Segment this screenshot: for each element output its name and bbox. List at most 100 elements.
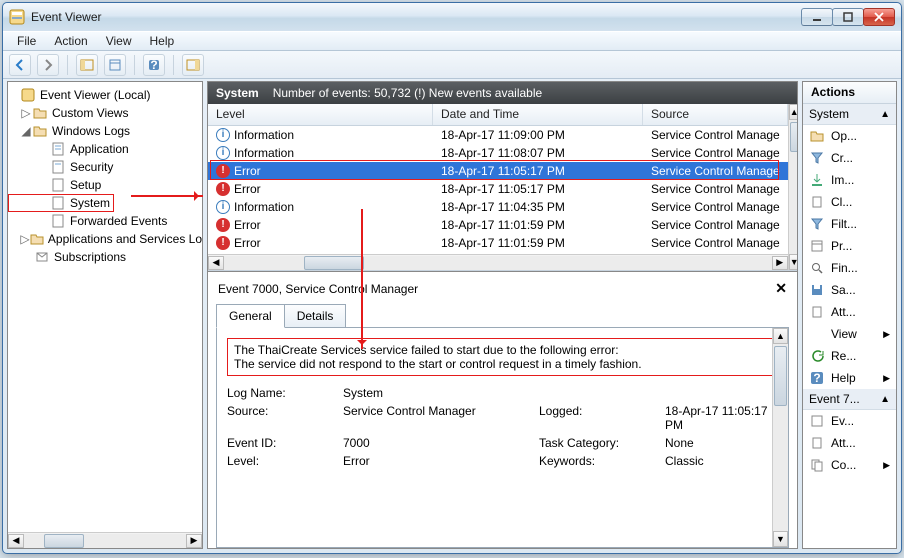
help-button[interactable]: ? <box>143 54 165 76</box>
filter-icon <box>809 216 825 232</box>
tree-forwarded[interactable]: Forwarded Events <box>8 212 202 230</box>
scroll-thumb[interactable] <box>790 122 798 152</box>
grid-body[interactable]: iInformation18-Apr-17 11:09:00 PMService… <box>208 126 788 254</box>
kv-value: Service Control Manager <box>343 404 533 432</box>
kv-value: Classic <box>665 454 778 468</box>
chevron-right-icon: ▶ <box>883 373 890 384</box>
action-label: Help <box>831 371 856 385</box>
menu-file[interactable]: File <box>9 32 44 50</box>
action-label: Sa... <box>831 283 856 297</box>
minimize-button[interactable] <box>801 8 833 26</box>
scroll-right-icon[interactable]: ▶ <box>772 256 788 270</box>
show-hide-action-pane-button[interactable] <box>182 54 204 76</box>
action-item[interactable]: Att... <box>803 432 896 454</box>
expand-icon[interactable]: ▷ <box>20 106 32 120</box>
actions-pane: Actions System ▲ Op...Cr...Im...Cl...Fil… <box>802 81 897 549</box>
table-row[interactable]: !Error18-Apr-17 11:01:59 PMService Contr… <box>208 216 788 234</box>
tab-general[interactable]: General <box>216 304 285 328</box>
actions-group-event[interactable]: Event 7... ▲ <box>803 389 896 410</box>
table-row[interactable]: !Error18-Apr-17 11:01:59 PMService Contr… <box>208 234 788 252</box>
detail-close-button[interactable]: ✕ <box>775 280 787 297</box>
cell-date: 18-Apr-17 11:05:17 PM <box>441 164 565 178</box>
maximize-button[interactable] <box>832 8 864 26</box>
window-title: Event Viewer <box>31 10 101 24</box>
scroll-down-icon[interactable]: ▼ <box>773 531 788 547</box>
error-line: The service did not respond to the start… <box>234 357 771 371</box>
expand-icon[interactable]: ▷ <box>20 232 30 246</box>
cell-date: 18-Apr-17 11:05:17 PM <box>441 182 565 196</box>
tree-root[interactable]: Event Viewer (Local) <box>8 86 202 104</box>
grid-hscroll[interactable]: ◀ ▶ <box>208 254 788 270</box>
menu-help[interactable]: Help <box>142 32 183 50</box>
action-item[interactable]: Op... <box>803 125 896 147</box>
grid-vscroll[interactable]: ▲ ▼ <box>788 104 798 270</box>
scroll-up-icon[interactable]: ▲ <box>773 328 788 344</box>
kv-key: Logged: <box>539 404 659 432</box>
table-row[interactable]: iInformation18-Apr-17 11:08:07 PMService… <box>208 144 788 162</box>
back-button[interactable] <box>9 54 31 76</box>
col-date[interactable]: Date and Time <box>433 104 643 125</box>
action-item[interactable]: Att... <box>803 301 896 323</box>
col-source[interactable]: Source <box>643 104 788 125</box>
scroll-left-icon[interactable]: ◀ <box>208 256 224 270</box>
menu-view[interactable]: View <box>98 32 140 50</box>
action-item[interactable]: ?Help▶ <box>803 367 896 389</box>
action-label: Att... <box>831 305 856 319</box>
cell-source: Service Control Manage <box>651 236 780 250</box>
tree-windows-logs[interactable]: ◢ Windows Logs <box>8 122 202 140</box>
error-icon: ! <box>216 218 230 232</box>
attach-icon <box>809 435 825 451</box>
tree-custom-views[interactable]: ▷ Custom Views <box>8 104 202 122</box>
menu-action[interactable]: Action <box>46 32 95 50</box>
info-icon: i <box>216 146 230 160</box>
table-row[interactable]: !Error18-Apr-17 11:05:17 PMService Contr… <box>208 180 788 198</box>
action-item[interactable]: Pr... <box>803 235 896 257</box>
action-item[interactable]: Im... <box>803 169 896 191</box>
action-item[interactable]: View▶ <box>803 323 896 345</box>
show-hide-tree-button[interactable] <box>76 54 98 76</box>
scroll-thumb[interactable] <box>774 346 787 406</box>
tree-apps-services[interactable]: ▷ Applications and Services Lo <box>8 230 202 248</box>
action-item[interactable]: Re... <box>803 345 896 367</box>
action-item[interactable]: Sa... <box>803 279 896 301</box>
scroll-thumb[interactable] <box>304 256 364 270</box>
table-row[interactable]: iInformation18-Apr-17 11:09:00 PMService… <box>208 126 788 144</box>
action-item[interactable]: Ev... <box>803 410 896 432</box>
find-icon <box>809 260 825 276</box>
tree-label: Setup <box>70 178 101 192</box>
tree-subscriptions[interactable]: Subscriptions <box>8 248 202 266</box>
action-item[interactable]: Filt... <box>803 213 896 235</box>
tree-system[interactable]: System <box>8 194 114 212</box>
forward-button[interactable] <box>37 54 59 76</box>
scroll-left-icon[interactable]: ◀ <box>8 534 24 548</box>
tree-hscroll[interactable]: ◀ ▶ <box>8 532 202 548</box>
refresh-icon <box>809 348 825 364</box>
scroll-up-icon[interactable]: ▲ <box>789 104 798 120</box>
tree-application[interactable]: Application <box>8 140 202 158</box>
tree-setup[interactable]: Setup <box>8 176 202 194</box>
action-item[interactable]: Co...▶ <box>803 454 896 476</box>
tree-label: Forwarded Events <box>70 214 167 228</box>
kv-value: 7000 <box>343 436 533 450</box>
cell-level: Error <box>234 182 261 196</box>
titlebar[interactable]: Event Viewer <box>3 3 901 31</box>
tab-details[interactable]: Details <box>284 304 347 328</box>
detail-vscroll[interactable]: ▲ ▼ <box>772 328 788 547</box>
action-item[interactable]: Cl... <box>803 191 896 213</box>
scroll-thumb[interactable] <box>44 534 84 548</box>
table-row[interactable]: !Error18-Apr-17 11:05:17 PMService Contr… <box>208 162 788 180</box>
tree-label: Application <box>70 142 129 156</box>
kv-key: Level: <box>227 454 337 468</box>
close-button[interactable] <box>863 8 895 26</box>
action-item[interactable]: Cr... <box>803 147 896 169</box>
collapse-icon[interactable]: ◢ <box>20 124 32 138</box>
tree-security[interactable]: Security <box>8 158 202 176</box>
properties-button[interactable] <box>104 54 126 76</box>
action-item[interactable]: Fin... <box>803 257 896 279</box>
cell-source: Service Control Manage <box>651 128 780 142</box>
table-row[interactable]: iInformation18-Apr-17 11:04:35 PMService… <box>208 198 788 216</box>
scroll-right-icon[interactable]: ▶ <box>186 534 202 548</box>
scroll-down-icon[interactable]: ▼ <box>789 254 798 270</box>
col-level[interactable]: Level <box>208 104 433 125</box>
actions-group-system[interactable]: System ▲ <box>803 104 896 125</box>
